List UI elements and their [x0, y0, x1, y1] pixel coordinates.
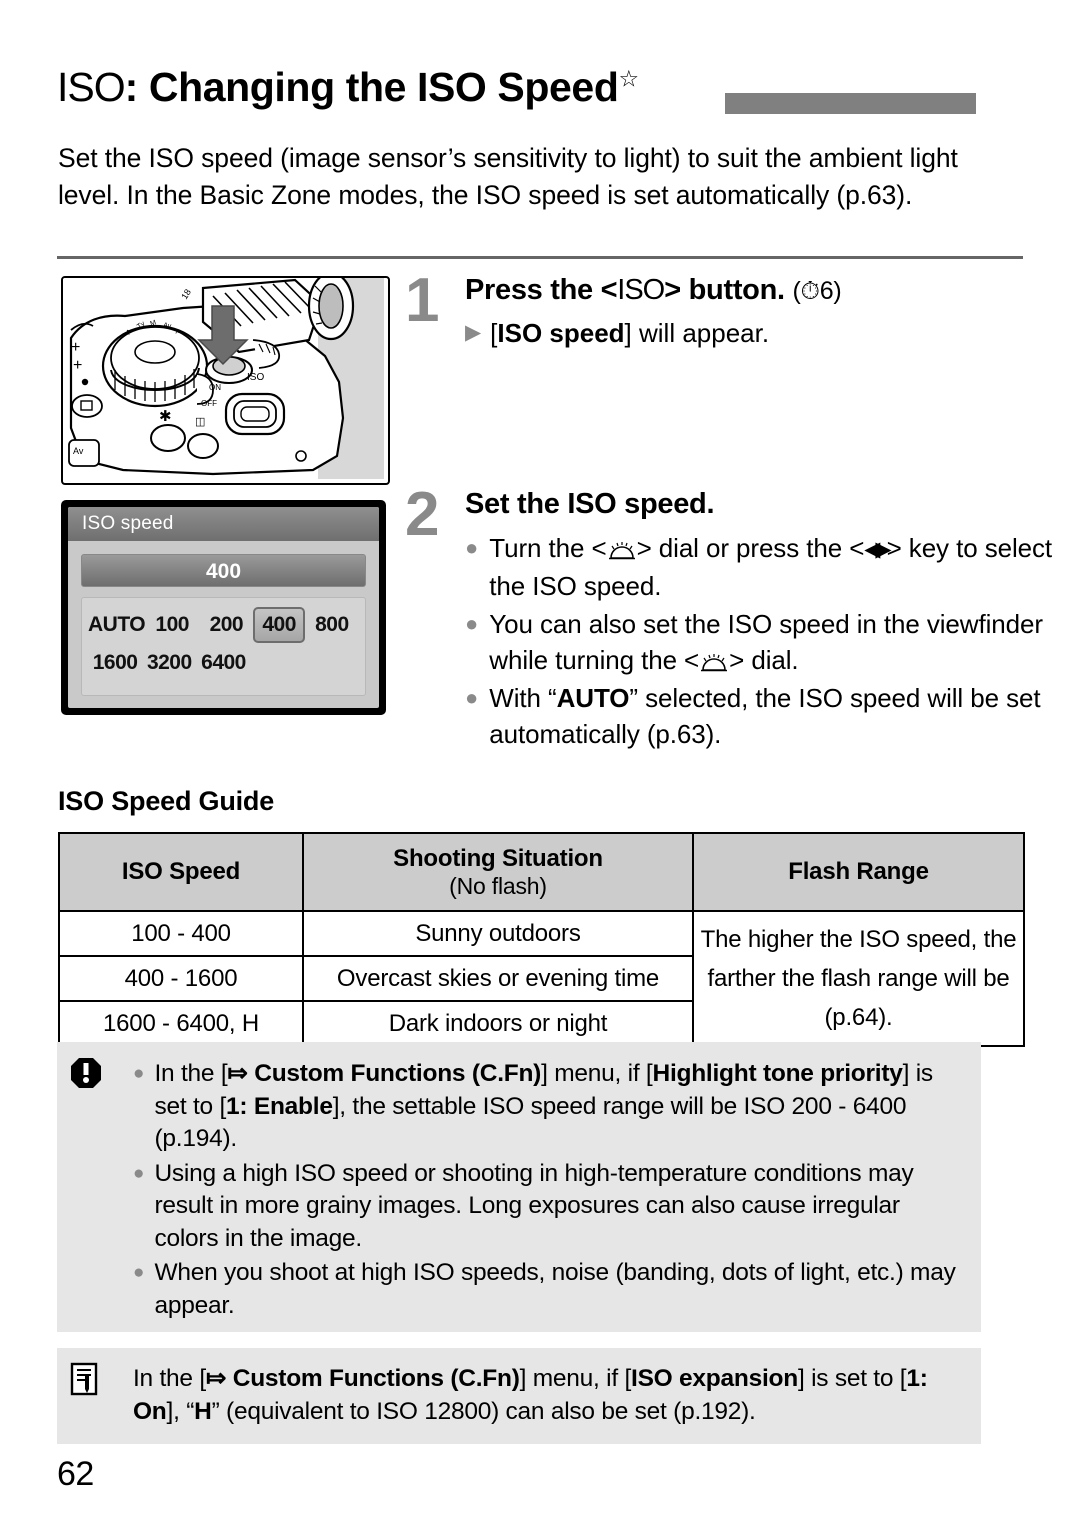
lcd-screen-figure: ISO speed 400 AUTO 100 200 400 800 1600 … — [61, 500, 386, 715]
step-1-body: Press the <ISO> button. (⏱6) ▶ [ISO spee… — [465, 272, 985, 350]
step-1-substep-text: [ISO speed] will appear. — [490, 316, 769, 350]
svg-text:◫: ◫ — [195, 416, 205, 428]
step-2-number: 2 — [405, 480, 440, 549]
page-title: ISO: Changing the ISO Speed☆ — [57, 62, 639, 112]
iso-speed-label: ISO speed — [497, 318, 625, 348]
caution-bullet-2: ● Using a high ISO speed or shooting in … — [133, 1158, 963, 1256]
header-shooting-situation-sub: (No flash) — [449, 872, 547, 899]
wrench-icon: ⤇ — [227, 1060, 248, 1087]
caution-bullet-1: ● In the [⤇ Custom Functions (C.Fn)] men… — [133, 1058, 963, 1156]
svg-text:OFF: OFF — [201, 399, 217, 408]
step-1-number: 1 — [405, 266, 440, 335]
caution-bullet-3-text: When you shoot at high ISO speeds, noise… — [154, 1259, 956, 1319]
triangle-bullet-icon: ▶ — [465, 321, 482, 344]
wrench-icon: ⤇ — [205, 1365, 227, 1392]
lcd-option-6400[interactable]: 6400 — [196, 651, 250, 675]
lcd-option-400-selected[interactable]: 400 — [253, 607, 305, 643]
step-2-bullet-1: ● Turn the < > dial or press the <◀▶> key… — [465, 530, 1053, 604]
lcd-option-auto[interactable]: AUTO — [88, 613, 146, 637]
lcd-option-200[interactable]: 200 — [199, 613, 253, 637]
dot-bullet-icon: ● — [133, 1262, 145, 1283]
svg-text:Av: Av — [163, 322, 172, 330]
page-number: 62 — [57, 1455, 94, 1493]
svg-text:+: + — [71, 339, 80, 356]
dot-bullet-icon: ● — [465, 535, 479, 560]
lcd-option-100[interactable]: 100 — [145, 613, 199, 637]
section-divider — [57, 256, 1023, 259]
svg-text:✱: ✱ — [159, 408, 172, 425]
left-right-key-icon: ◀▶ — [864, 538, 891, 561]
camera-illustration: A Tv M Av P ON OFF ISO + + Av ✱ ◫ 18 — [61, 276, 390, 485]
title-colon: : — [124, 64, 149, 110]
cell-situation-1: Sunny outdoors — [302, 910, 694, 957]
step-2-title: Set the ISO speed. — [465, 488, 715, 520]
step-2-bullet-3-text: With “AUTO” selected, the ISO speed will… — [489, 683, 1041, 749]
svg-text:ON: ON — [209, 383, 221, 392]
iso-button-icon: ISO — [617, 274, 665, 306]
dot-bullet-icon: ● — [465, 685, 479, 710]
lcd-option-3200[interactable]: 3200 — [142, 651, 196, 675]
lcd-header-label: ISO speed — [68, 507, 379, 541]
lcd-option-1600[interactable]: 1600 — [88, 651, 142, 675]
cell-situation-2: Overcast skies or evening time — [302, 955, 694, 1002]
caution-bullet-2-text: Using a high ISO speed or shooting in hi… — [154, 1159, 914, 1252]
camera-top-view-svg: A Tv M Av P ON OFF ISO + + Av ✱ ◫ 18 — [63, 278, 384, 479]
star-icon: ☆ — [618, 65, 639, 92]
title-main-text: Changing the ISO Speed — [148, 64, 619, 110]
svg-text:Av: Av — [73, 446, 84, 456]
note-content: In the [⤇ Custom Functions (C.Fn)] menu,… — [133, 1362, 963, 1428]
caution-bullet-1-text: In the [⤇ Custom Functions (C.Fn)] menu,… — [154, 1060, 933, 1152]
lcd-options-grid: AUTO 100 200 400 800 1600 3200 6400 — [81, 597, 366, 696]
cell-iso-range-1: 100 - 400 — [58, 910, 304, 957]
lcd-option-800[interactable]: 800 — [305, 613, 359, 637]
page-title-row: ISO: Changing the ISO Speed☆ — [57, 62, 1023, 122]
dot-bullet-icon: ● — [133, 1162, 145, 1184]
warning-octagon-icon — [69, 1056, 113, 1099]
step-1-title-pre: Press the < — [465, 274, 618, 306]
lcd-current-value: 400 — [81, 554, 366, 587]
iso-speed-guide-table: ISO Speed Shooting Situation (No flash) … — [58, 832, 1025, 1047]
main-dial-icon — [699, 645, 729, 672]
table-row: 100 - 400 Sunny outdoors The higher the … — [58, 910, 1025, 1047]
header-iso-speed: ISO Speed — [58, 832, 304, 912]
dot-bullet-icon: ● — [133, 1063, 145, 1084]
cell-iso-range-2: 400 - 1600 — [58, 955, 304, 1002]
dot-bullet-icon: ● — [465, 611, 479, 636]
step-2-bullet-3: ● With “AUTO” selected, the ISO speed wi… — [465, 680, 1053, 752]
guide-heading: ISO Speed Guide — [58, 786, 275, 816]
note-text: In the [⤇ Custom Functions (C.Fn)] menu,… — [133, 1365, 928, 1425]
cell-flash-range: The higher the ISO speed, the farther th… — [692, 910, 1025, 1047]
manual-page: ISO: Changing the ISO Speed☆ Set the ISO… — [0, 0, 1080, 1521]
memo-note-icon — [69, 1362, 113, 1405]
step-2-bullet-1-text: Turn the < > dial or press the <◀▶> key t… — [489, 533, 1053, 601]
title-accent-bar — [725, 93, 976, 114]
cell-situation-3: Dark indoors or night — [302, 1000, 694, 1047]
step-2-body: Set the ISO speed. ● Turn the < > dial or… — [465, 486, 1053, 752]
cell-iso-range-3: 1600 - 6400, H — [58, 1000, 304, 1047]
intro-paragraph: Set the ISO speed (image sensor’s sensit… — [58, 143, 958, 210]
will-appear-text: ] will appear. — [624, 318, 770, 348]
lcd-options-row: 1600 3200 6400 — [88, 644, 359, 682]
step-2-bullet-2: ● You can also set the ISO speed in the … — [465, 606, 1053, 678]
caution-box: ● In the [⤇ Custom Functions (C.Fn)] men… — [57, 1042, 981, 1332]
lcd-options-row: AUTO 100 200 400 800 — [88, 606, 359, 644]
table-header-row: ISO Speed Shooting Situation (No flash) … — [58, 832, 1025, 912]
header-shooting-situation-main: Shooting Situation — [393, 844, 603, 872]
caution-content: ● In the [⤇ Custom Functions (C.Fn)] men… — [133, 1058, 963, 1322]
lcd-inner: ISO speed 400 AUTO 100 200 400 800 1600 … — [68, 507, 379, 708]
svg-text:+: + — [73, 357, 82, 374]
title-iso-glyph: ISO — [57, 64, 126, 110]
main-dial-icon — [607, 533, 637, 560]
svg-text:ISO: ISO — [247, 372, 264, 383]
step-1-title-post: > button. — [664, 274, 785, 306]
caution-bullet-3: ● When you shoot at high ISO speeds, noi… — [133, 1257, 963, 1322]
header-shooting-situation: Shooting Situation (No flash) — [302, 832, 694, 912]
note-box: In the [⤇ Custom Functions (C.Fn)] menu,… — [57, 1348, 981, 1444]
step-2-bullet-2-text: You can also set the ISO speed in the vi… — [489, 609, 1043, 675]
step-1-title: Press the <ISO> button. (⏱6) — [465, 272, 985, 309]
header-flash-range: Flash Range — [692, 832, 1025, 912]
step-1-timer-note: (⏱6) — [792, 277, 842, 305]
step-1-substep: ▶ [ISO speed] will appear. — [465, 316, 985, 350]
